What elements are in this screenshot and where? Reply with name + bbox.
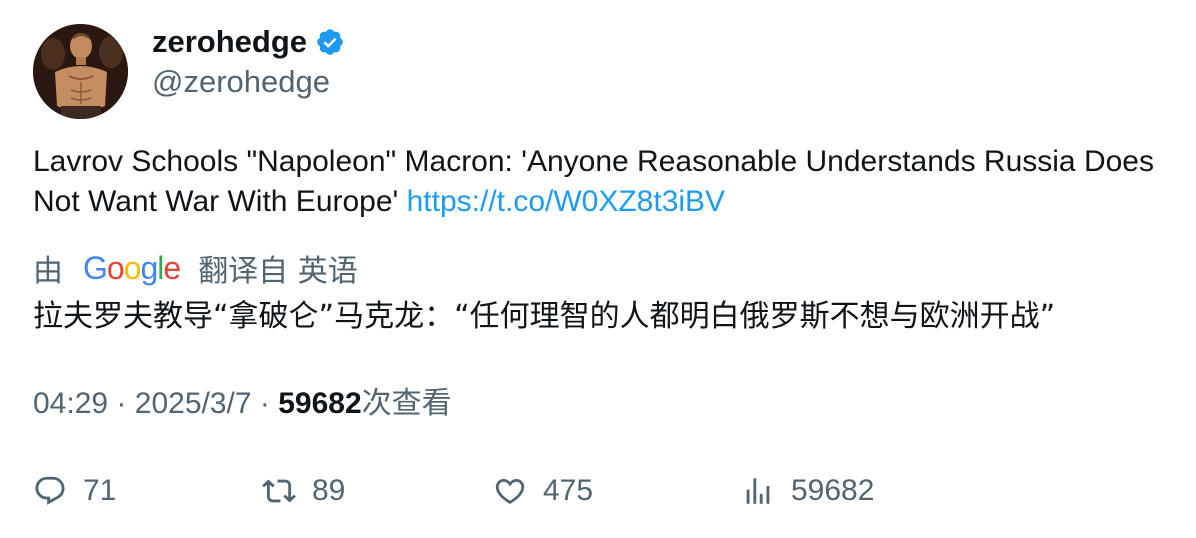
avatar[interactable] [33,24,128,119]
bar-chart-icon [746,478,770,504]
tweet-time[interactable]: 04:29 [33,387,108,420]
translation-attribution[interactable]: 由 Google 翻译自 英语 [33,246,358,290]
like-count: 475 [543,474,594,507]
reply-count: 71 [83,474,117,507]
views-count: 59682 [278,387,362,420]
views-button[interactable]: 59682 [741,471,874,511]
google-logo-icon: Google [83,249,181,286]
translated-tweet-text: 拉夫罗夫教导“拿破仑”马克龙：“任何理智的人都明白俄罗斯不想与欧洲开战” [33,299,1056,334]
tweet-meta: 04:29 · 2025/3/7 · 59682次查看 [33,384,452,424]
like-button[interactable]: 475 [493,471,593,511]
verified-badge-icon [315,27,345,57]
translation-suffix: 翻译自 英语 [198,254,358,289]
views-label: 次查看 [361,386,452,421]
reply-button[interactable]: 71 [33,471,116,511]
meta-separator: · [116,387,127,420]
retweet-button[interactable]: 89 [262,471,345,511]
views-action-count: 59682 [791,474,875,507]
retweet-icon [262,479,296,503]
tweet-body: Lavrov Schools "Napoleon" Macron: 'Anyon… [33,142,1173,222]
reply-icon [35,476,65,505]
retweet-count: 89 [312,474,346,507]
translation-prefix: 由 [33,254,63,289]
author-name-text: zerohedge [152,24,308,59]
meta-separator: · [259,387,270,420]
tweet-date[interactable]: 2025/3/7 [135,387,252,420]
heart-icon [495,478,525,504]
author-display-name[interactable]: zerohedge [152,22,345,62]
tweet-link[interactable]: https://t.co/W0XZ8t3iBV [407,185,725,218]
author-handle[interactable]: @zerohedge [152,62,330,102]
avatar-image [33,24,128,119]
